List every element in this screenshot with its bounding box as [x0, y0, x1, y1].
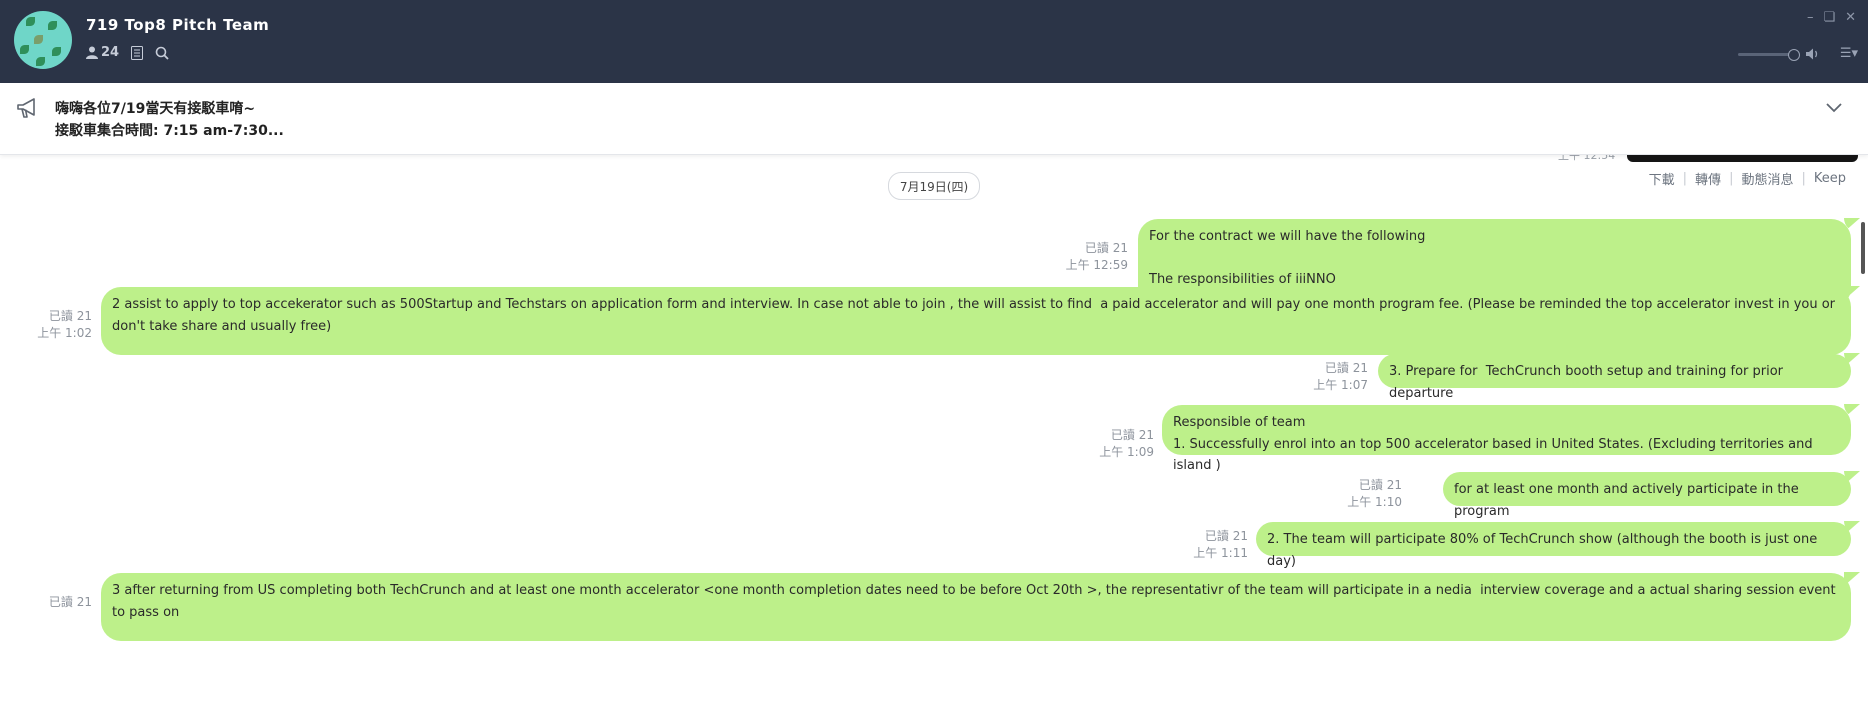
- keep-link[interactable]: Keep: [1814, 171, 1846, 186]
- announcement-banner[interactable]: 嗨嗨各位7/19當天有接駁車唷~ 接駁車集合時間: 7:15 am-7:30..…: [0, 83, 1868, 155]
- download-link[interactable]: 下載: [1649, 169, 1675, 188]
- group-name: 719 Top8 Pitch Team: [86, 16, 270, 34]
- message-time: 上午 1:10: [1347, 495, 1402, 509]
- read-receipt: 已讀 21: [1324, 361, 1368, 375]
- read-receipt: 已讀 21: [48, 595, 92, 609]
- message-meta: 已讀 21 上午 1:09: [1066, 427, 1154, 461]
- separator: |: [1682, 171, 1688, 186]
- group-avatar[interactable]: [14, 11, 72, 69]
- volume-knob[interactable]: [1788, 48, 1800, 61]
- member-count-label: 24: [101, 45, 120, 60]
- message-meta: 已讀 21 上午 1:11: [1160, 528, 1248, 562]
- member-count-button[interactable]: 24: [86, 45, 119, 60]
- restore-icon[interactable]: ❏: [1823, 10, 1835, 25]
- read-receipt: 已讀 21: [1204, 529, 1248, 543]
- media-preview[interactable]: [1627, 154, 1858, 162]
- message-bubble[interactable]: 2 assist to apply to top accekerator suc…: [101, 287, 1851, 355]
- date-divider: 7月19日(四): [888, 172, 980, 200]
- user-icon: [86, 46, 98, 59]
- separator: |: [1729, 171, 1734, 186]
- message-meta: 已讀 21 上午 1:10: [1314, 477, 1402, 511]
- megaphone-icon: [17, 98, 35, 118]
- read-receipt: 已讀 21: [1110, 428, 1154, 442]
- timeline-link[interactable]: 動態消息: [1741, 169, 1793, 188]
- notes-icon[interactable]: [131, 45, 144, 60]
- message-bubble[interactable]: 3. Prepare for TechCrunch booth setup an…: [1378, 354, 1851, 401]
- window-controls: – ❏ ✕: [1807, 10, 1856, 25]
- message-meta: 已讀 21 上午 1:07: [1280, 360, 1368, 394]
- forward-link[interactable]: 轉傳: [1695, 169, 1721, 188]
- separator: |: [1801, 171, 1806, 186]
- announcement-preview: 接駁車集合時間: 7:15 am-7:30...: [55, 123, 284, 139]
- close-icon[interactable]: ✕: [1845, 10, 1856, 25]
- volume-slider[interactable]: [1738, 48, 1800, 61]
- media-actions: 下載 | 轉傳 | 動態消息 | Keep: [1649, 169, 1846, 188]
- message-bubble[interactable]: 3 after returning from US completing bot…: [101, 573, 1851, 641]
- minimize-icon[interactable]: –: [1807, 10, 1814, 25]
- message-time: 上午 1:02: [37, 326, 92, 340]
- speaker-icon[interactable]: [1806, 48, 1820, 60]
- read-receipt: 已讀 21: [1084, 241, 1128, 255]
- message-time: 上午 1:07: [1313, 378, 1368, 392]
- search-icon[interactable]: [155, 46, 169, 60]
- group-toolbar: 24: [86, 45, 169, 60]
- chat-area[interactable]: 上午 12:54 下載 | 轉傳 | 動態消息 | Keep 7月19日(四) …: [0, 154, 1868, 720]
- message-time: 上午 1:11: [1193, 546, 1248, 560]
- volume-control: [1738, 48, 1820, 61]
- message-bubble[interactable]: for at least one month and actively part…: [1443, 472, 1851, 519]
- chevron-down-icon[interactable]: [1826, 103, 1842, 113]
- chat-scrollbar[interactable]: [1861, 222, 1865, 274]
- message-time: 上午 12:54: [1558, 154, 1616, 162]
- message-meta: 已讀 21 上午 1:02: [4, 308, 92, 342]
- read-receipt: 已讀 21: [48, 309, 92, 323]
- message-meta: 已讀 21 上午 12:59: [1040, 240, 1128, 274]
- message-bubble[interactable]: 2. The team will participate 80% of Tech…: [1256, 522, 1851, 569]
- announcement-title: 嗨嗨各位7/19當天有接駁車唷~: [55, 101, 256, 117]
- message-meta: 已讀 21: [4, 594, 92, 611]
- message-bubble[interactable]: Responsible of team 1. Successfully enro…: [1162, 405, 1851, 473]
- read-receipt: 已讀 21: [1358, 478, 1402, 492]
- message-time: 上午 1:09: [1099, 445, 1154, 459]
- menu-icon[interactable]: ☰▾: [1840, 46, 1858, 61]
- message-time: 上午 12:59: [1065, 258, 1128, 272]
- chat-header: 719 Top8 Pitch Team 24 – ❏ ✕ ☰▾: [0, 0, 1868, 83]
